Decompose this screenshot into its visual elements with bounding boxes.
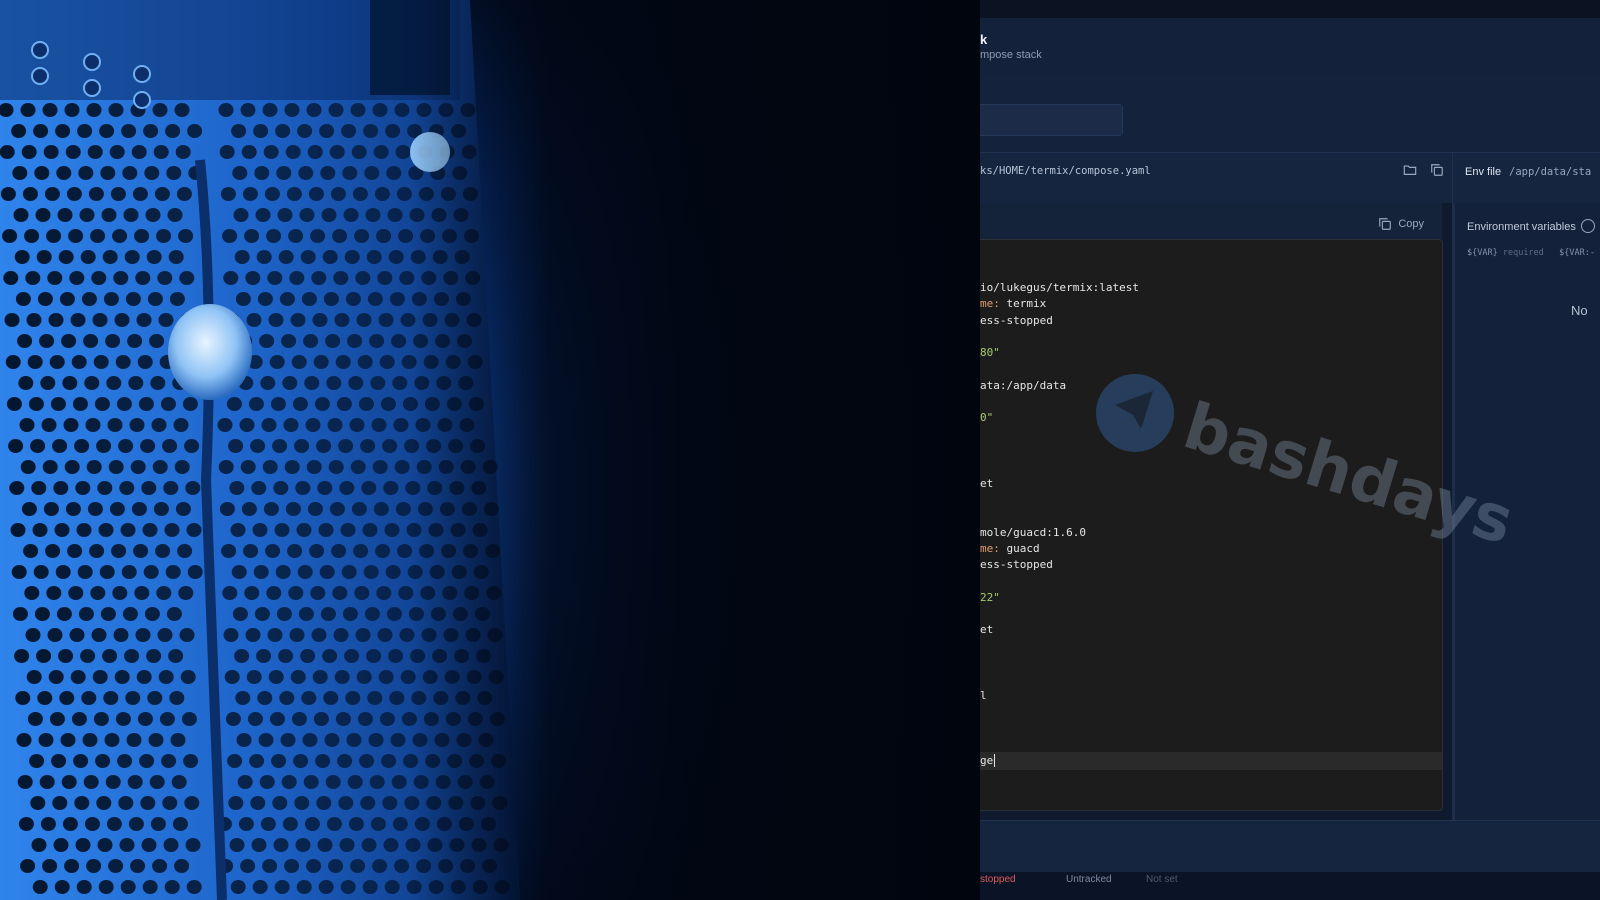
copy-icon[interactable] bbox=[1428, 161, 1446, 179]
compose-editor-section: Copy io/lukegus/termix:latest me: termix e… bbox=[980, 203, 1443, 811]
code-line: ess-stopped bbox=[980, 313, 1053, 327]
top-tabs-strip bbox=[980, 0, 1600, 18]
status-bar: stopped Untracked Not set bbox=[980, 872, 1600, 900]
page-header: k mpose stack bbox=[980, 18, 1600, 75]
code-line: l bbox=[980, 688, 987, 702]
code-line: me: termix bbox=[980, 297, 1047, 311]
info-icon[interactable] bbox=[1581, 219, 1595, 233]
page-title: k bbox=[980, 32, 988, 47]
stack-name-input[interactable] bbox=[980, 104, 1123, 136]
code-line: ess-stopped bbox=[980, 558, 1053, 572]
server-rack-photo bbox=[0, 0, 980, 900]
env-vars-hint: ${VAR} required ${VAR:- bbox=[1467, 248, 1595, 258]
folder-icon[interactable] bbox=[1401, 161, 1419, 179]
env-vars-empty-text: No bbox=[1571, 303, 1588, 318]
environment-variables-panel: Environment variables ${VAR} required ${… bbox=[1452, 203, 1600, 823]
stack-name-section bbox=[980, 74, 1600, 152]
env-file-label: Env file bbox=[1465, 166, 1502, 178]
code-line: ata:/app/data bbox=[980, 378, 1067, 392]
hint-required-word: required bbox=[1502, 248, 1544, 258]
copy-icon bbox=[1379, 218, 1392, 230]
active-line-highlight bbox=[980, 751, 1442, 770]
compose-stack-editor-window: k mpose stack ks/HOME/termix/compose.yam… bbox=[980, 0, 1600, 900]
compose-path-bar: ks/HOME/termix/compose.yaml Env file /ap… bbox=[980, 152, 1600, 203]
hint-required-var: ${VAR} bbox=[1467, 248, 1498, 258]
copy-button-label: Copy bbox=[1398, 218, 1424, 230]
code-editor[interactable]: io/lukegus/termix:latest me: termix ess-st… bbox=[980, 239, 1443, 811]
status-untracked-badge: Untracked bbox=[1066, 874, 1112, 885]
compose-file-path: ks/HOME/termix/compose.yaml bbox=[980, 165, 1151, 177]
code-line: mole/guacd:1.6.0 bbox=[980, 525, 1086, 539]
code-line: ge bbox=[980, 753, 996, 768]
code-line: io/lukegus/termix:latest bbox=[980, 281, 1139, 294]
code-line: et bbox=[980, 623, 994, 637]
copy-button[interactable]: Copy bbox=[1378, 213, 1424, 235]
code-line: et bbox=[980, 476, 994, 490]
env-file-path[interactable]: /app/data/sta bbox=[1509, 166, 1591, 178]
text-cursor bbox=[994, 754, 996, 768]
editor-footer bbox=[980, 820, 1600, 873]
code-line: 22" bbox=[980, 590, 1000, 604]
page-subtitle: mpose stack bbox=[980, 49, 1042, 61]
status-not-set: Not set bbox=[1146, 874, 1178, 885]
code-line: 80" bbox=[980, 346, 1000, 360]
screen: k mpose stack ks/HOME/termix/compose.yam… bbox=[0, 0, 1600, 900]
hint-default-var: ${VAR:- bbox=[1559, 248, 1595, 258]
env-vars-label: Environment variables bbox=[1467, 221, 1576, 233]
env-file-header: Env file /app/data/sta bbox=[1452, 153, 1600, 203]
photo-vignette bbox=[0, 0, 980, 900]
code-line: 0" bbox=[980, 411, 994, 425]
status-stopped-badge: stopped bbox=[980, 874, 1016, 885]
code-line: me: guacd bbox=[980, 541, 1040, 555]
